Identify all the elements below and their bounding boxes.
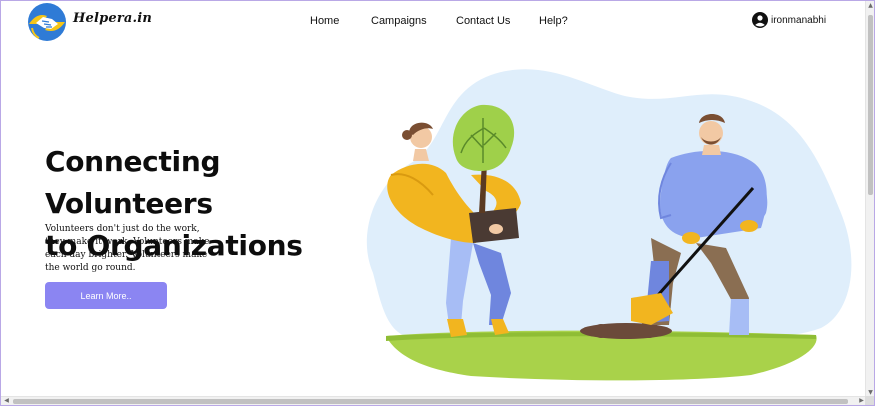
nav-home[interactable]: Home xyxy=(310,15,339,27)
grass-ground xyxy=(386,330,817,381)
scroll-up-arrow-icon[interactable]: ▲ xyxy=(866,2,875,10)
hero-description: Volunteers don't just do the work, they … xyxy=(45,224,210,273)
horizontal-scrollbar[interactable]: ◀ ▶ xyxy=(1,396,867,405)
scrollbar-corner xyxy=(865,396,874,405)
nav-campaigns[interactable]: Campaigns xyxy=(371,15,427,27)
hero-title-line-1: Connecting Volunteers xyxy=(45,145,221,220)
nav-help[interactable]: Help? xyxy=(539,15,568,27)
nav-contact-us[interactable]: Contact Us xyxy=(456,15,510,27)
user-menu[interactable]: ironmanabhi xyxy=(752,12,826,28)
volunteers-illustration xyxy=(366,69,852,381)
vertical-scroll-thumb[interactable] xyxy=(868,15,873,195)
browser-viewport: Helpera.in Home Campaigns Contact Us Hel… xyxy=(0,0,875,406)
user-circle-icon xyxy=(752,12,768,28)
horizontal-scroll-thumb[interactable] xyxy=(13,399,848,404)
vertical-scrollbar[interactable]: ▲ ▼ xyxy=(865,1,874,398)
handshake-icon[interactable] xyxy=(27,2,67,42)
learn-more-button[interactable]: Learn More.. xyxy=(45,282,167,309)
username: ironmanabhi xyxy=(771,14,827,26)
scroll-left-arrow-icon[interactable]: ◀ xyxy=(2,397,11,405)
navbar: Helpera.in Home Campaigns Contact Us Hel… xyxy=(1,1,867,43)
brand-name[interactable]: Helpera.in xyxy=(73,11,152,26)
